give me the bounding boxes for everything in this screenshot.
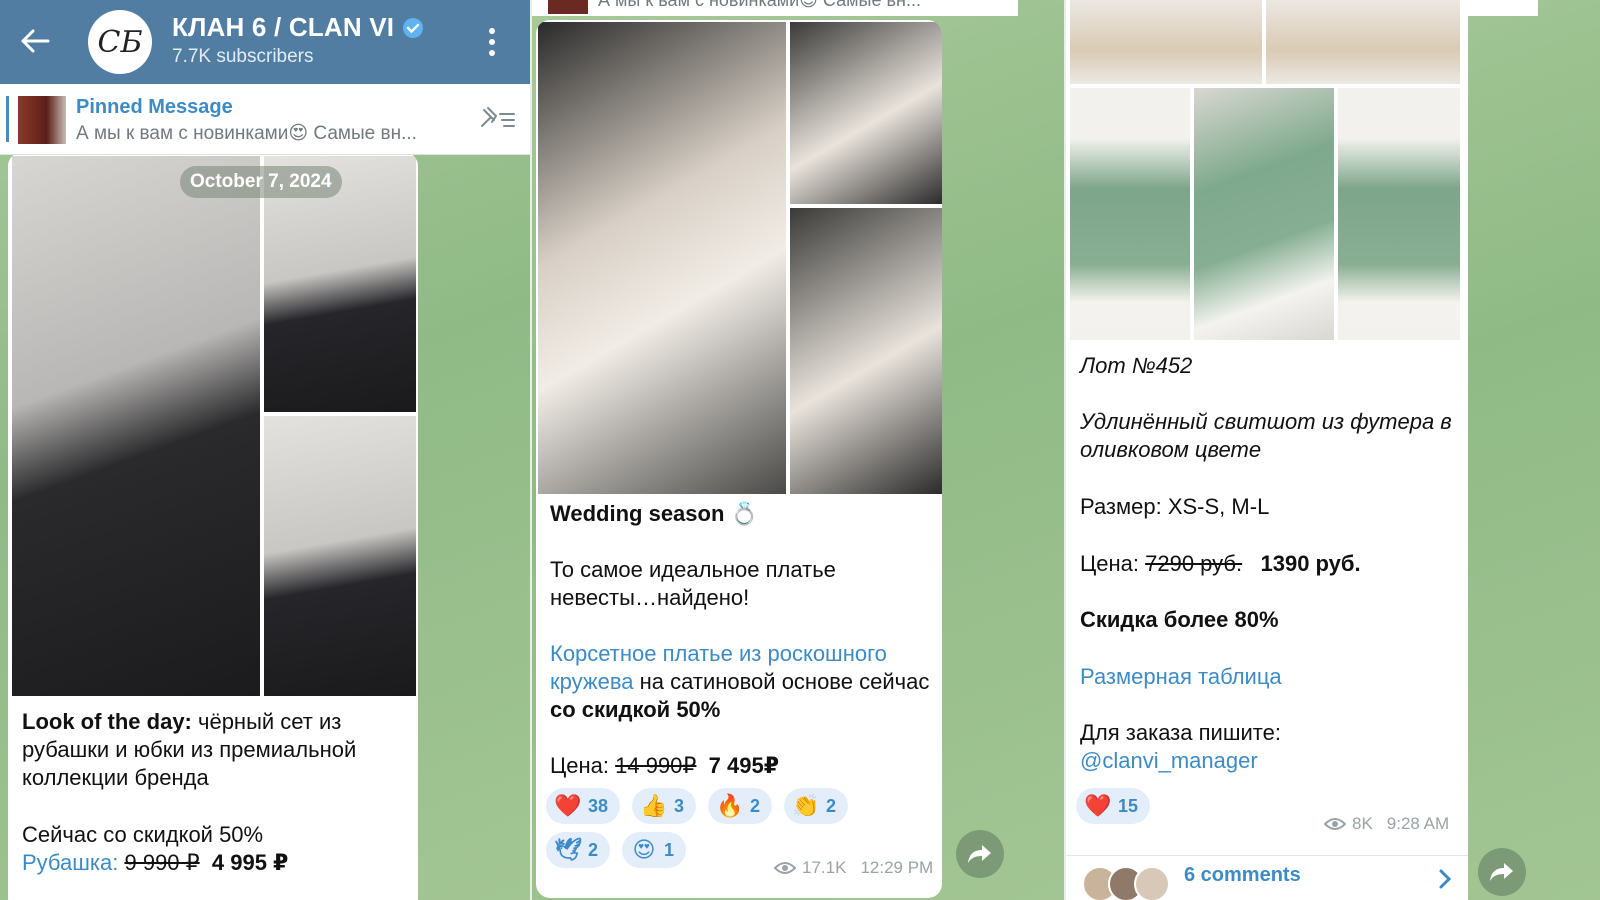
channel-title[interactable]: КЛАН 6 / CLAN VI [172,12,394,43]
photo-boots-1[interactable] [1070,0,1262,84]
pinned-thumbnail [548,0,588,14]
share-arrow-icon [968,845,991,863]
photo-lace-dress-3[interactable] [790,208,942,494]
message-meta: 17.1K 12:29 PM [774,858,933,878]
post-paragraph: То самое идеальное платье невесты…найден… [550,557,836,610]
post-lead-bold: Look of the day: [22,709,192,734]
clap-icon: 👏 [792,793,820,818]
reaction-heart-eyes[interactable]: 😍 1 [622,832,687,868]
message-time: 12:29 PM [860,858,934,877]
reaction-count: 2 [826,795,837,816]
reaction-heart[interactable]: ❤️ 15 [1076,788,1151,824]
manager-handle-link[interactable]: @clanvi_manager [1080,747,1258,775]
eye-icon [774,862,796,874]
verified-badge-icon [403,18,423,38]
chat-panel-1: Look of the day: чёрный сет из рубашки и… [0,0,532,900]
post-text: Look of the day: чёрный сет из рубашки и… [22,708,406,792]
reaction-dove[interactable]: 🕊 2 [546,832,611,868]
channel-header: CƂ КЛАН 6 / CLAN VI 7.7K subscribers [0,0,532,84]
more-vertical-icon[interactable] [488,26,496,58]
thumbs-up-icon: 👍 [640,793,668,818]
new-price: 7 495₽ [708,753,780,778]
pinned-indicator [6,96,9,142]
comments-bar[interactable]: 6 comments [1066,855,1468,900]
channel-avatar[interactable]: CƂ [88,10,152,74]
chevron-right-icon [1439,869,1452,889]
pinned-thumbnail [18,96,66,144]
commenter-avatars [1082,866,1174,900]
reaction-count: 3 [674,795,685,816]
reaction-count: 2 [588,839,599,860]
photo-black-set-3[interactable] [264,416,416,696]
reaction-fire[interactable]: 🔥 2 [708,788,773,824]
lot-number: Лот №452 [1080,353,1193,378]
chat-panel-2: А мы к вам с новинками😍 Самые вн... Wedd… [532,0,1066,900]
reaction-count: 15 [1118,795,1139,816]
size-table-link[interactable]: Размерная таблица [1080,663,1282,691]
price-label: Цена: [550,753,616,778]
discount-line: Сейчас со скидкой 50% [22,822,264,847]
dove-icon: 🕊 [554,837,582,862]
reaction-count: 38 [588,795,609,816]
pinned-list-icon[interactable] [480,106,516,132]
old-price: 7290 руб. [1145,551,1243,576]
date-separator: October 7, 2024 [180,166,342,198]
price-line: Цена: 14 990₽ 7 495₽ [550,752,779,780]
heart-eyes-icon: 😍 [632,837,656,862]
pinned-message-bar[interactable]: Pinned Message А мы к вам с новинками😍 С… [0,84,532,155]
heart-icon: ❤️ [554,793,582,818]
photo-lace-dress-2[interactable] [790,22,942,204]
reaction-count: 2 [750,795,761,816]
subscriber-count: 7.7K subscribers [172,46,314,67]
price-line: Рубашка: 9 990 ₽ 4 995 ₽ [22,849,406,877]
discount-bold: со скидкой 50% [550,697,721,722]
chat-panel-3: А мы к вам с новинками😍 Самые вн... Лот … [1066,0,1600,900]
product-description: Корсетное платье из роскошного кружева н… [550,640,934,724]
message-time: 9:28 AM [1386,814,1450,833]
message-bubble-look-of-the-day[interactable]: Look of the day: чёрный сет из рубашки и… [8,152,418,900]
price-line: Цена: 7290 руб. 1390 руб. [1080,550,1361,578]
comments-count: 6 comments [1184,864,1301,886]
view-count: 8K [1352,814,1373,833]
product-title: Удлинённый свитшот из футера в оливковом… [1080,409,1452,462]
reaction-heart[interactable]: ❤️ 38 [546,788,621,824]
message-meta: 8K 9:28 AM [1324,814,1449,834]
pinned-preview: А мы к вам с новинками😍 Самые вн... [76,123,417,144]
order-label: Для заказа пишите: [1080,720,1281,745]
pinned-message-bar-cropped[interactable]: А мы к вам с новинками😍 Самые вн... [532,0,1018,16]
eye-icon [1324,818,1346,830]
old-price: 14 990₽ [615,753,697,778]
new-price: 1390 руб. [1260,551,1361,576]
share-arrow-icon [1490,863,1513,881]
old-price: 9 990 ₽ [124,850,200,875]
size-line: Размер: XS-S, M-L [1080,494,1270,519]
shirt-link[interactable]: Рубашка: [22,850,118,875]
view-count: 17.1K [802,858,847,877]
photo-sweatshirt-1[interactable] [1070,88,1190,340]
share-button[interactable] [1478,848,1526,896]
reaction-clap[interactable]: 👏 2 [784,788,849,824]
reaction-thumbs-up[interactable]: 👍 3 [632,788,697,824]
price-label: Цена: [1080,551,1146,576]
share-button[interactable] [956,830,1004,878]
product-after-link: на сатиновой основе сейчас [633,669,930,694]
photo-sweatshirt-3[interactable] [1338,88,1460,340]
fire-icon: 🔥 [716,793,744,818]
discount-line: Скидка более 80% [1080,607,1279,632]
reaction-count: 1 [664,839,675,860]
message-bubble-lot-452[interactable]: Лот №452 Удлинённый свитшот из футера в … [1066,0,1468,900]
photo-boots-2[interactable] [1266,0,1460,84]
photo-sweatshirt-2[interactable] [1194,88,1334,340]
pinned-preview: А мы к вам с новинками😍 Самые вн... [598,0,921,10]
post-heading: Wedding season 💍 [550,501,758,526]
photo-black-set-1[interactable] [12,156,260,696]
message-bubble-wedding[interactable]: Wedding season 💍 То самое идеальное плат… [536,20,942,898]
back-arrow-icon[interactable] [18,24,52,58]
new-price: 4 995 ₽ [211,850,289,875]
photo-lace-dress-1[interactable] [538,22,786,494]
pinned-title: Pinned Message [76,96,233,118]
heart-icon: ❤️ [1084,793,1112,818]
avatar [1134,866,1170,900]
